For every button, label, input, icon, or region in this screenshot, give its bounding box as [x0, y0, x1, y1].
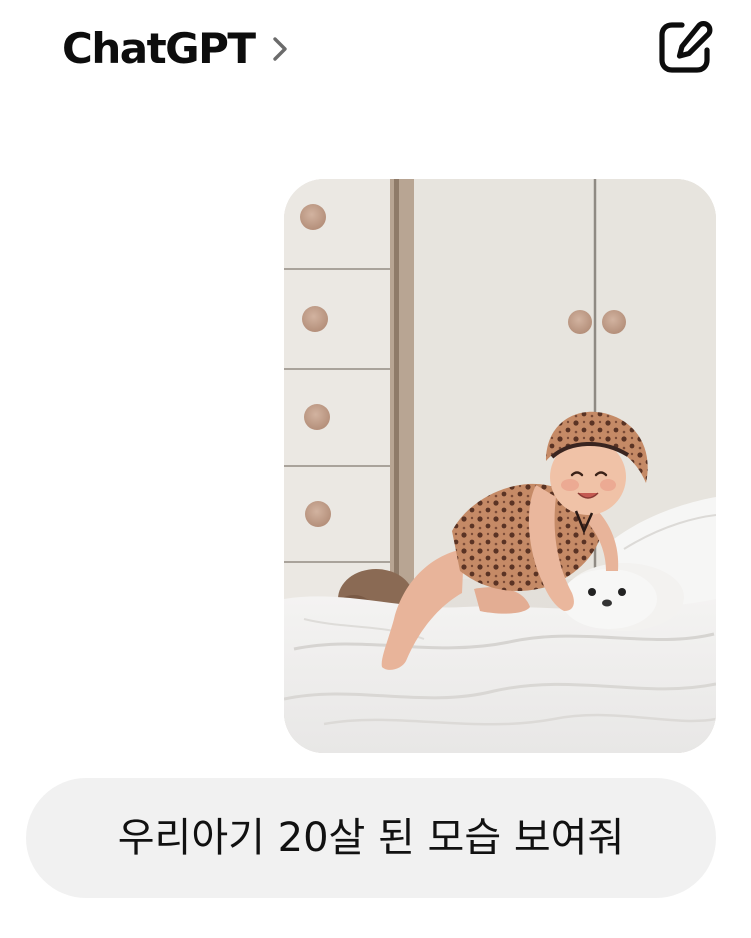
top-bar: ChatGPT	[0, 0, 751, 100]
user-message-text: 우리아기 20살 된 모습 보여줘	[117, 815, 625, 861]
user-message-bubble[interactable]: 우리아기 20살 된 모습 보여줘	[26, 778, 716, 898]
attached-photo[interactable]	[284, 179, 716, 753]
chat-screen: ChatGPT 우리아기 20살 된 모습 보여줘	[0, 0, 751, 938]
new-chat-button[interactable]	[654, 18, 716, 80]
photo-illustration	[284, 179, 716, 753]
model-selector-button[interactable]: ChatGPT	[62, 22, 291, 76]
new-chat-pencil-icon	[656, 18, 714, 80]
chevron-right-icon	[269, 34, 291, 64]
app-title: ChatGPT	[62, 24, 256, 73]
